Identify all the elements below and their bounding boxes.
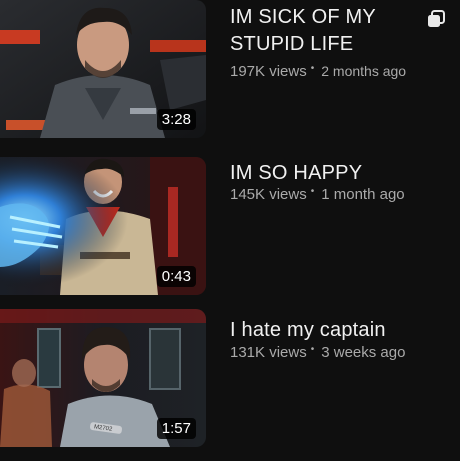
video-item-3[interactable]: M2702 1:57 I hate my captain 131K views •… xyxy=(0,309,460,447)
video-thumbnail-2[interactable]: 0:43 xyxy=(0,157,206,295)
view-count: 197K views xyxy=(230,63,307,80)
view-count: 145K views xyxy=(230,186,307,203)
view-count: 131K views xyxy=(230,344,307,361)
video-item-1[interactable]: 3:28 IM SICK OF MY STUPID LIFE 197K view… xyxy=(0,0,460,138)
video-thumbnail-1[interactable]: 3:28 xyxy=(0,0,206,138)
video-duration-1: 3:28 xyxy=(156,109,196,130)
video-duration-3: 1:57 xyxy=(156,418,196,439)
video-meta-3: 131K views • 3 weeks ago xyxy=(230,344,406,361)
video-title-1[interactable]: IM SICK OF MY STUPID LIFE xyxy=(230,4,410,58)
video-title-3[interactable]: I hate my captain xyxy=(230,317,410,344)
video-title-2[interactable]: IM SO HAPPY xyxy=(230,160,410,187)
upload-age: 2 months ago xyxy=(321,63,407,79)
video-item-2[interactable]: 0:43 IM SO HAPPY 145K views • 1 month ago xyxy=(0,157,460,295)
video-duration-2: 0:43 xyxy=(156,266,196,287)
video-meta-1: 197K views • 2 months ago xyxy=(230,63,407,80)
video-meta-2: 145K views • 1 month ago xyxy=(230,186,405,203)
upload-age: 1 month ago xyxy=(321,186,405,203)
upload-age: 3 weeks ago xyxy=(321,344,406,361)
video-thumbnail-3[interactable]: M2702 1:57 xyxy=(0,309,206,447)
